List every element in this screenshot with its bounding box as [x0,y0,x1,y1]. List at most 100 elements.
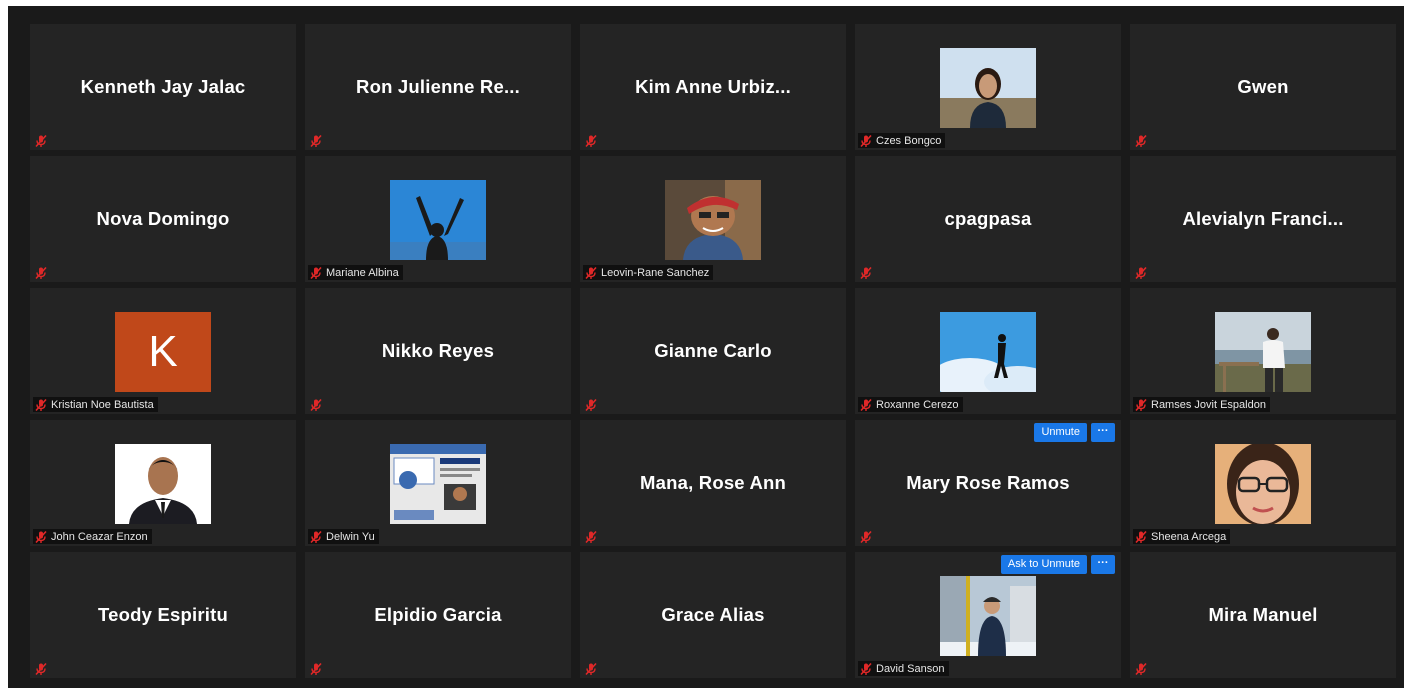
muted-mic-icon [585,266,597,279]
participant-name: Elpidio Garcia [374,604,502,625]
participant-tile[interactable]: Kenneth Jay Jalac [30,24,296,150]
participant-tile[interactable]: Alevialyn Franci... [1130,156,1396,282]
participant-tile[interactable]: Mariane Albina [305,156,571,282]
participant-tile[interactable]: cpagpasa [855,156,1121,282]
muted-mic-icon [585,134,597,147]
woman-glasses-video [1215,444,1311,524]
participant-name: Mary Rose Ramos [906,472,1070,493]
participant-grid: Kenneth Jay Jalac Ron Julienne Re... Kim… [30,24,1396,678]
name-bar: Roxanne Cerezo [858,397,963,412]
man-winter-video [940,576,1036,656]
participant-label: John Ceazar Enzon [51,530,148,543]
unmute-button[interactable]: Unmute [1034,423,1087,442]
name-bar: Mariane Albina [308,265,403,280]
participant-name: Gianne Carlo [654,340,772,361]
initial-avatar: K [115,312,211,392]
participant-tile[interactable]: John Ceazar Enzon [30,420,296,546]
muted-mic-icon [35,266,47,279]
formal-portrait-video [115,444,211,524]
participant-tile[interactable]: Ramses Jovit Espaldon [1130,288,1396,414]
participant-tile[interactable]: Roxanne Cerezo [855,288,1121,414]
name-bar [1133,265,1152,280]
participant-tile[interactable]: Nikko Reyes [305,288,571,414]
participant-name: cpagpasa [944,208,1032,229]
tile-actions: Unmute ··· [1034,423,1115,442]
participant-tile[interactable]: K Kristian Noe Bautista [30,288,296,414]
participant-tile[interactable]: Gianne Carlo [580,288,846,414]
meeting-window: Kenneth Jay Jalac Ron Julienne Re... Kim… [8,6,1404,688]
participant-tile[interactable]: Ron Julienne Re... [305,24,571,150]
muted-mic-icon [585,398,597,411]
name-bar [583,133,602,148]
name-bar [308,133,327,148]
muted-mic-icon [310,662,322,675]
participant-name: Nikko Reyes [381,340,495,361]
more-options-icon[interactable]: ··· [1091,423,1115,442]
muted-mic-icon [1135,266,1147,279]
muted-mic-icon [1135,398,1147,411]
participant-tile[interactable]: Ask to Unmute ··· David Sanson [855,552,1121,678]
participant-name: Grace Alias [661,604,765,625]
participant-tile[interactable]: Elpidio Garcia [305,552,571,678]
muted-mic-icon [35,530,47,543]
participant-label: Mariane Albina [326,266,399,279]
muted-mic-icon [35,662,47,675]
participant-tile[interactable]: Gwen [1130,24,1396,150]
participant-tile[interactable]: Mira Manuel [1130,552,1396,678]
participant-name: Kenneth Jay Jalac [80,76,246,97]
participant-label: Sheena Arcega [1151,530,1227,543]
participant-tile[interactable]: Czes Bongco [855,24,1121,150]
participant-label: Czes Bongco [876,134,942,147]
participant-name: Nova Domingo [96,208,230,229]
participant-tile[interactable]: Teody Espiritu [30,552,296,678]
name-bar [1133,133,1152,148]
participant-name: Kim Anne Urbiz... [635,76,791,97]
participant-tile[interactable]: Mana, Rose Ann [580,420,846,546]
name-bar: Ramses Jovit Espaldon [1133,397,1270,412]
name-bar [583,661,602,676]
participant-name: Mira Manuel [1208,604,1318,625]
ask-to-unmute-button[interactable]: Ask to Unmute [1000,555,1087,574]
muted-mic-icon [35,134,47,147]
participant-tile[interactable]: Grace Alias [580,552,846,678]
man-cap-portrait-video [665,180,761,260]
participant-tile[interactable]: Unmute ··· Mary Rose Ramos [855,420,1121,546]
name-bar [308,661,327,676]
participant-name: Alevialyn Franci... [1182,208,1344,229]
muted-mic-icon [860,266,872,279]
muted-mic-icon [310,530,322,543]
participant-tile[interactable]: Leovin-Rane Sanchez [580,156,846,282]
name-bar: John Ceazar Enzon [33,529,152,544]
name-bar [308,397,327,412]
muted-mic-icon [35,398,47,411]
muted-mic-icon [860,134,872,147]
participant-name: Gwen [1237,76,1289,97]
muted-mic-icon [1135,134,1147,147]
muted-mic-icon [585,530,597,543]
participant-tile[interactable]: Sheena Arcega [1130,420,1396,546]
participant-tile[interactable]: Delwin Yu [305,420,571,546]
muted-mic-icon [1135,662,1147,675]
participant-tile[interactable]: Nova Domingo [30,156,296,282]
name-bar [583,529,602,544]
id-card-video [390,444,486,524]
name-bar: David Sanson [858,661,949,676]
muted-mic-icon [310,398,322,411]
muted-mic-icon [310,266,322,279]
muted-mic-icon [860,398,872,411]
muted-mic-icon [310,134,322,147]
muted-mic-icon [860,530,872,543]
name-bar [1133,661,1152,676]
silhouette-clouds-video [940,312,1036,392]
muted-mic-icon [1135,530,1147,543]
name-bar [33,265,52,280]
participant-name: Teody Espiritu [98,604,228,625]
name-bar [858,529,877,544]
participant-label: Leovin-Rane Sanchez [601,266,710,279]
name-bar [583,397,602,412]
participant-name: Ron Julienne Re... [356,76,520,97]
more-options-icon[interactable]: ··· [1091,555,1115,574]
participant-label: Roxanne Cerezo [876,398,959,411]
participant-tile[interactable]: Kim Anne Urbiz... [580,24,846,150]
participant-label: David Sanson [876,662,945,675]
